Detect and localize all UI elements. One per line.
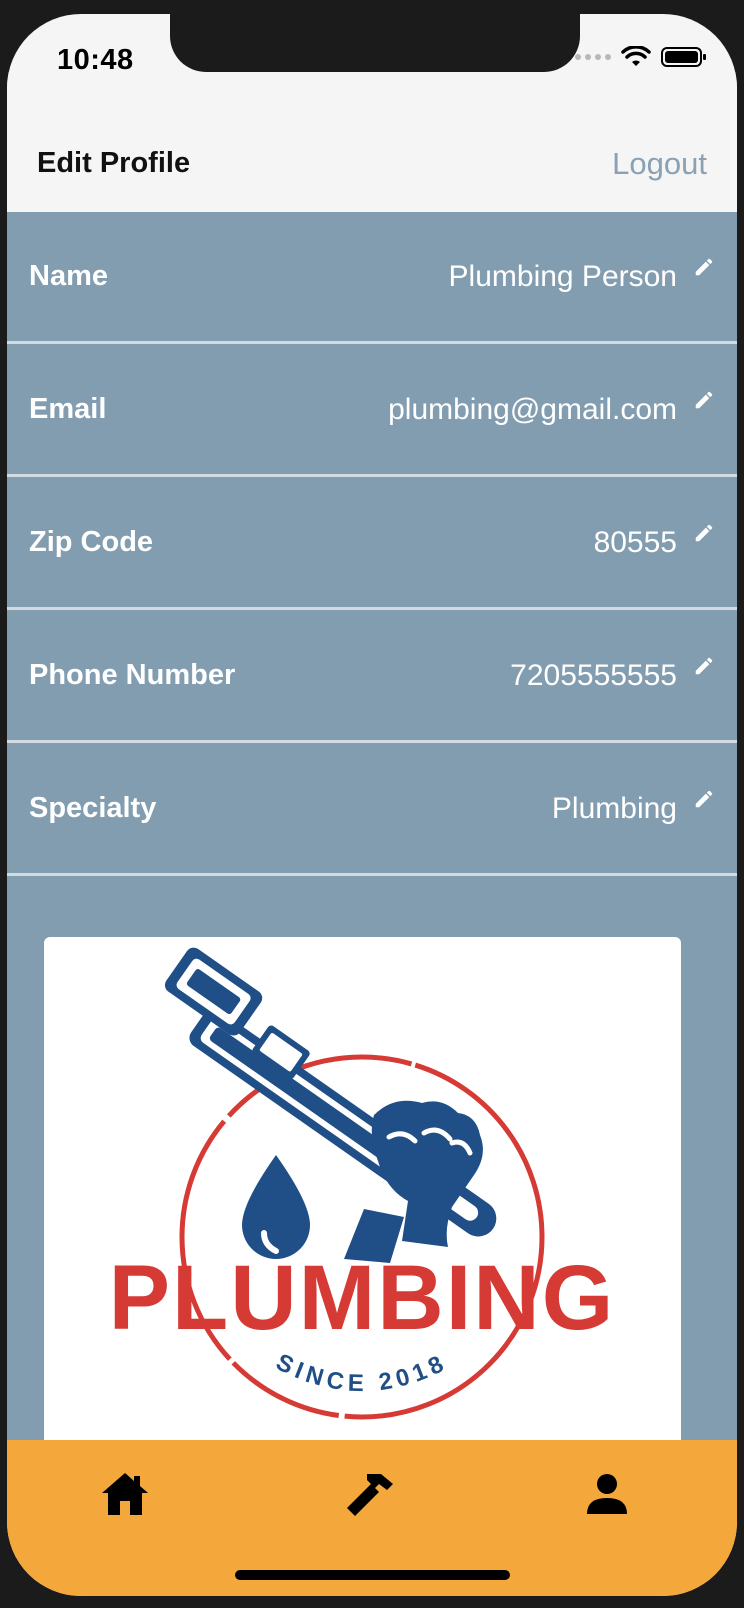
person-icon bbox=[587, 1474, 627, 1514]
field-value: Plumbing bbox=[551, 791, 677, 825]
logo-tagline-text: SINCE 2018 bbox=[272, 1349, 448, 1398]
top-bar: Edit Profile Logout bbox=[7, 72, 737, 215]
field-label: Zip Code bbox=[29, 526, 154, 558]
field-label: Email bbox=[29, 393, 107, 425]
pencil-icon[interactable] bbox=[693, 655, 715, 677]
battery-icon bbox=[661, 47, 706, 67]
bottom-tab-bar bbox=[7, 1440, 737, 1596]
logo-tagline: SINCE 2018 bbox=[272, 1349, 453, 1398]
plumbing-logo: PLUMBING SINCE 2018 bbox=[109, 947, 616, 1420]
wifi-icon bbox=[621, 46, 651, 66]
device-notch bbox=[170, 14, 580, 72]
profile-content: Name Plumbing Person Email plumbing@gmai… bbox=[7, 212, 737, 1457]
profile-row-name[interactable]: Name Plumbing Person bbox=[7, 212, 737, 344]
field-label: Phone Number bbox=[29, 659, 236, 691]
logo-wordmark: PLUMBING bbox=[109, 1247, 616, 1349]
pencil-icon[interactable] bbox=[693, 522, 715, 544]
profile-row-zip-code[interactable]: Zip Code 80555 bbox=[7, 478, 737, 610]
hammer-icon bbox=[347, 1474, 393, 1516]
water-drop-icon bbox=[242, 1155, 310, 1259]
field-value: Plumbing Person bbox=[448, 259, 677, 293]
pencil-icon[interactable] bbox=[693, 256, 715, 278]
pencil-icon[interactable] bbox=[693, 788, 715, 810]
tab-profile[interactable] bbox=[577, 1464, 637, 1524]
tab-jobs[interactable] bbox=[341, 1464, 401, 1524]
business-logo-card[interactable]: PLUMBING SINCE 2018 bbox=[44, 937, 681, 1457]
field-value: plumbing@gmail.com bbox=[388, 392, 677, 426]
phone-screen: 10:48 Edit Profile Logout Name Plumbing … bbox=[7, 14, 737, 1596]
profile-row-specialty[interactable]: Specialty Plumbing bbox=[7, 744, 737, 876]
field-label: Specialty bbox=[29, 792, 157, 824]
status-icons bbox=[575, 46, 707, 68]
page-title: Edit Profile bbox=[37, 147, 191, 179]
profile-row-email[interactable]: Email plumbing@gmail.com bbox=[7, 345, 737, 477]
profile-row-phone-number[interactable]: Phone Number 7205555555 bbox=[7, 611, 737, 743]
logout-button[interactable]: Logout bbox=[612, 146, 707, 182]
home-icon bbox=[102, 1473, 148, 1515]
field-value: 7205555555 bbox=[510, 658, 677, 692]
field-value: 80555 bbox=[593, 525, 677, 559]
signal-icon bbox=[575, 54, 611, 60]
field-label: Name bbox=[29, 260, 108, 292]
home-indicator[interactable] bbox=[235, 1570, 510, 1580]
pencil-icon[interactable] bbox=[693, 389, 715, 411]
tab-home[interactable] bbox=[95, 1464, 155, 1524]
